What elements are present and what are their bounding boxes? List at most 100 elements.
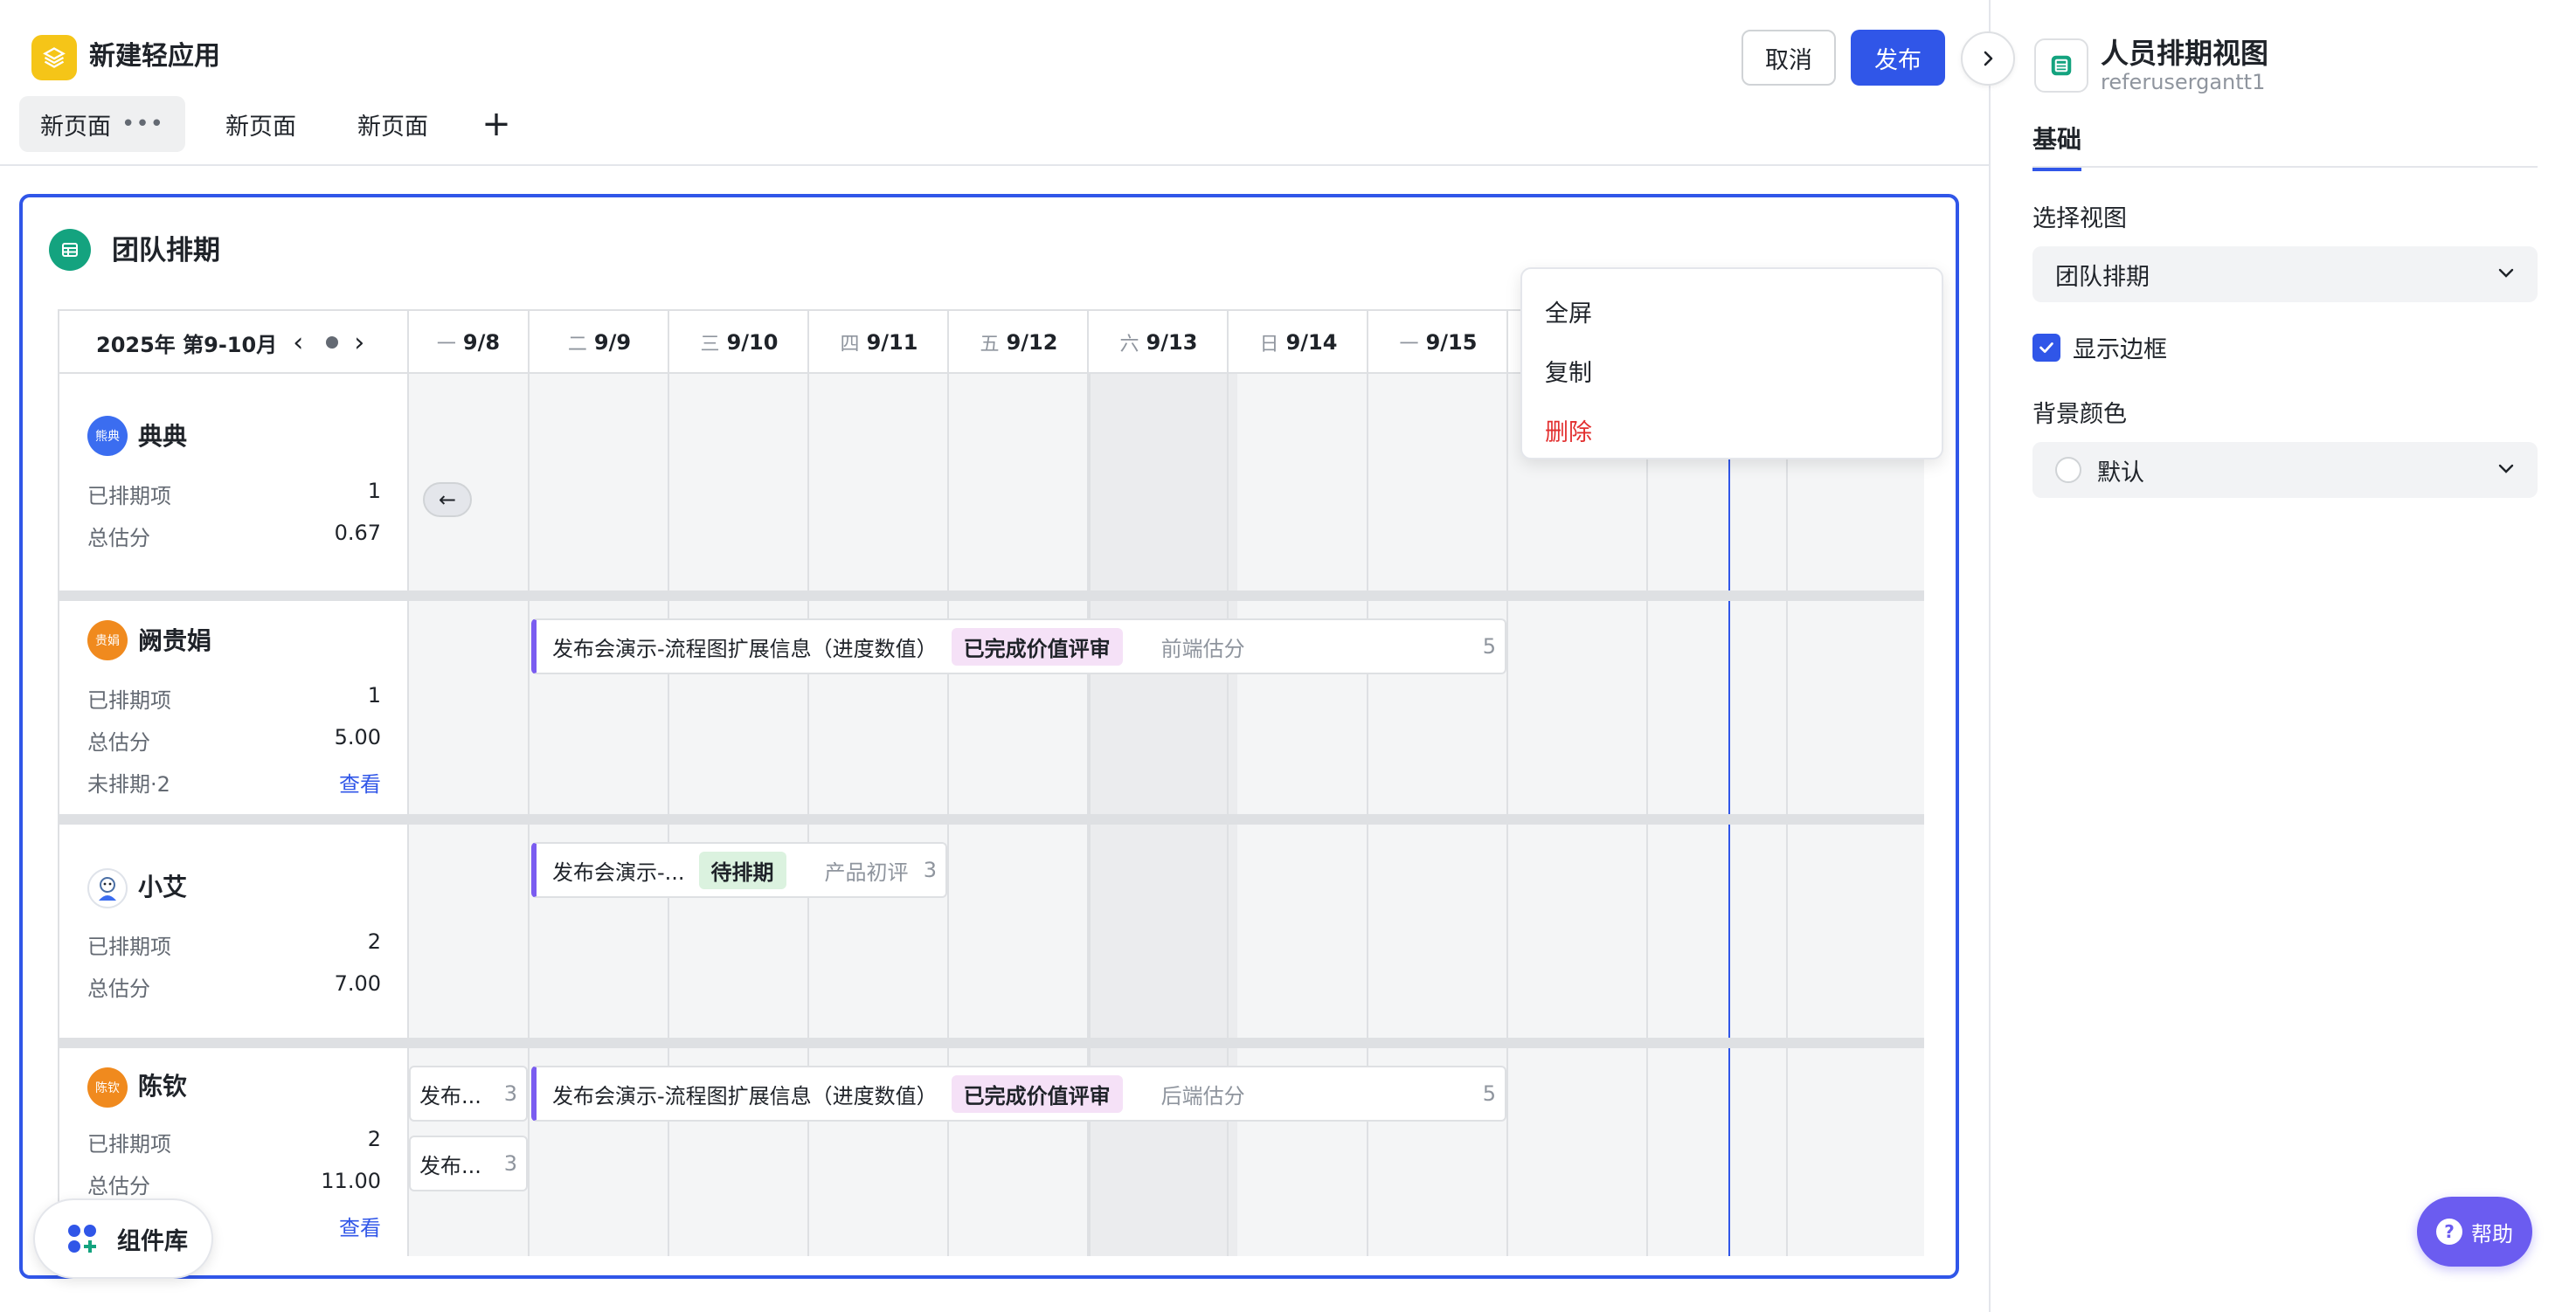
- score-value: 5.00: [334, 725, 381, 749]
- publish-button[interactable]: 发布: [1851, 30, 1945, 86]
- menu-item-delete[interactable]: 删除: [1522, 404, 1942, 463]
- view-select[interactable]: 团队排期: [2032, 246, 2538, 302]
- unscheduled-label: 未排期·2: [87, 772, 170, 797]
- task-bar[interactable]: 发布会演示-流程图扩展信息（进度数值） 已完成价值评审 前端估分 5: [531, 618, 1506, 674]
- page-tabs: 新页面 ••• 新页面 新页面 +: [19, 96, 524, 152]
- help-button[interactable]: ? 帮助: [2417, 1197, 2532, 1267]
- chevron-left-icon[interactable]: ‹: [293, 328, 303, 358]
- task-title: 发布...: [419, 1083, 481, 1108]
- person-name: 阙贵娟: [138, 626, 212, 655]
- date: 9/9: [593, 330, 632, 355]
- task-bar[interactable]: 发布会演示-流程图扩展信息（进度数值） 已完成价值评审 后端估分 5: [531, 1066, 1506, 1122]
- date: 9/11: [866, 330, 918, 355]
- task-score: 5: [1482, 1081, 1496, 1106]
- weekday: 一: [1399, 334, 1419, 356]
- weekday: 一: [436, 334, 456, 356]
- more-icon[interactable]: •••: [121, 111, 164, 137]
- page-tab-3[interactable]: 新页面: [336, 96, 449, 152]
- today-button[interactable]: [326, 336, 339, 349]
- page-tab-1[interactable]: 新页面 •••: [19, 96, 186, 152]
- properties-panel: 人员排期视图 referusergantt1 基础 选择视图 团队排期 显示边框…: [1989, 0, 2576, 1312]
- status-badge: 已完成价值评审: [951, 627, 1123, 666]
- table-icon: [49, 229, 91, 271]
- menu-item-copy[interactable]: 复制: [1522, 344, 1942, 404]
- task-score: 5: [1482, 634, 1496, 659]
- scheduled-label: 已排期项: [87, 935, 171, 959]
- cancel-button[interactable]: 取消: [1742, 30, 1836, 86]
- row-separator: [59, 1038, 1924, 1048]
- weekday: 二: [567, 334, 587, 356]
- day-divider: [528, 311, 530, 1256]
- status-badge: 待排期: [698, 851, 786, 889]
- day-header: 四 9/11: [809, 311, 949, 374]
- view-link[interactable]: 查看: [339, 767, 381, 798]
- weekday: 日: [1259, 334, 1279, 356]
- chevron-right-icon[interactable]: ›: [354, 328, 364, 358]
- scheduled-count: 1: [367, 683, 381, 708]
- select-view-label: 选择视图: [2032, 205, 2127, 232]
- task-bar[interactable]: 发布... 3: [409, 1136, 528, 1191]
- person-row-info: 小艾 已排期项 2 总估分 7.00: [59, 825, 409, 1038]
- panel-title: 人员排期视图: [2101, 37, 2269, 70]
- component-library-button[interactable]: 组件库: [33, 1198, 213, 1279]
- row-separator: [59, 814, 1924, 825]
- date: 9/15: [1425, 330, 1478, 355]
- task-title: 发布...: [419, 1153, 481, 1178]
- scheduled-count: 2: [367, 929, 381, 954]
- table-icon: [2034, 38, 2088, 93]
- date: 9/8: [462, 330, 501, 355]
- person-row-info: 熊典 典典 已排期项 1 总估分 0.67: [59, 374, 409, 590]
- day-header: 三 9/10: [669, 311, 809, 374]
- app-title: 新建轻应用: [89, 41, 220, 72]
- bg-color-select[interactable]: 默认: [2032, 442, 2538, 498]
- task-bar[interactable]: 发布会演示-... 待排期 产品初评 3: [531, 842, 947, 898]
- tab-divider: [2032, 166, 2538, 168]
- tab-basic[interactable]: 基础: [2032, 121, 2082, 171]
- task-title: 发布会演示-流程图扩展信息（进度数值）: [552, 636, 938, 661]
- task-title: 发布会演示-...: [552, 860, 685, 885]
- add-page-icon[interactable]: +: [468, 96, 524, 152]
- component-library-label: 组件库: [117, 1227, 188, 1255]
- task-score: 3: [503, 1081, 517, 1106]
- help-label: 帮助: [2471, 1221, 2513, 1246]
- task-score: 3: [503, 1151, 517, 1176]
- score-value: 11.00: [321, 1169, 381, 1193]
- component-title: 团队排期: [112, 235, 220, 266]
- avatar: 熊典: [87, 416, 128, 456]
- scheduled-label: 已排期项: [87, 688, 171, 713]
- weekday: 六: [1119, 334, 1139, 356]
- date: 9/13: [1146, 330, 1198, 355]
- task-bar[interactable]: 发布... 3: [409, 1066, 528, 1122]
- chevron-down-icon: [2498, 464, 2514, 473]
- date-range: 2025年 第9-10月 ‹ ›: [59, 311, 409, 374]
- scheduled-count: 1: [367, 479, 381, 503]
- scheduled-label: 已排期项: [87, 484, 171, 508]
- weekday: 四: [840, 334, 860, 356]
- chevron-right-icon[interactable]: [1961, 31, 2015, 86]
- avatar: [87, 868, 128, 908]
- header-divider: [0, 164, 1989, 166]
- person-row-info: 贵娟 阙贵娟 已排期项 1 总估分 5.00 未排期·2 查看: [59, 601, 409, 814]
- task-field: 产品初评: [824, 860, 909, 885]
- task-field: 后端估分: [1160, 1083, 1245, 1108]
- score-value: 7.00: [334, 971, 381, 996]
- view-select-value: 团队排期: [2055, 263, 2150, 291]
- editor-canvas: 新建轻应用 新页面 ••• 新页面 新页面 + 取消 发布 团队排期 2025年…: [0, 0, 1989, 1312]
- help-icon: ?: [2436, 1219, 2462, 1245]
- page-tab-label: 新页面: [40, 113, 111, 141]
- date: 9/14: [1285, 330, 1338, 355]
- task-title: 发布会演示-流程图扩展信息（进度数值）: [552, 1083, 938, 1108]
- view-link[interactable]: 查看: [339, 1211, 381, 1241]
- task-field: 前端估分: [1160, 636, 1245, 661]
- score-value: 0.67: [334, 521, 381, 545]
- day-header: 六 9/13: [1089, 311, 1229, 374]
- bg-color-label: 背景颜色: [2032, 401, 2127, 428]
- arrow-left-icon[interactable]: ←: [423, 482, 472, 517]
- date-range-label: 2025年 第9-10月: [96, 332, 278, 357]
- page-tab-2[interactable]: 新页面: [204, 96, 317, 152]
- show-border-checkbox[interactable]: [2032, 334, 2060, 362]
- menu-item-fullscreen[interactable]: 全屏: [1522, 285, 1942, 344]
- date: 9/10: [726, 330, 779, 355]
- scheduled-count: 2: [367, 1127, 381, 1151]
- color-swatch: [2055, 457, 2081, 483]
